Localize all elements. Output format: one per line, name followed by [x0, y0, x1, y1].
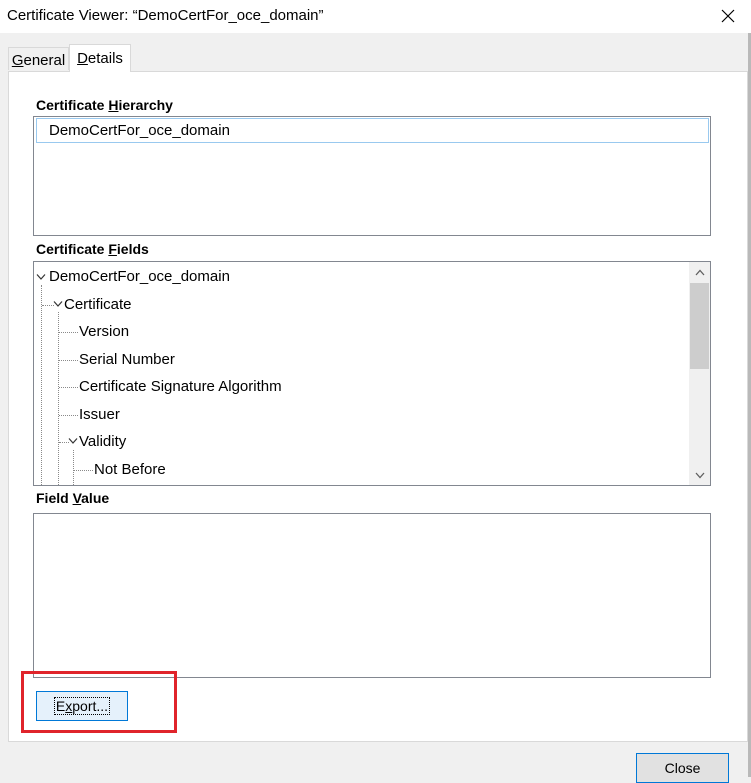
export-label-post: port... — [72, 698, 109, 714]
tree-line — [74, 470, 93, 471]
hierarchy-item[interactable]: DemoCertFor_oce_domain — [36, 118, 709, 143]
tree-line — [59, 387, 78, 388]
tab-details-rest: etails — [87, 50, 123, 67]
tree-line — [41, 285, 42, 485]
tab-details[interactable]: Details — [69, 44, 131, 72]
scroll-up-button[interactable] — [689, 262, 710, 282]
fields-label: Certificate Fields — [36, 241, 149, 257]
chevron-down-icon[interactable] — [53, 300, 63, 308]
scroll-down-button[interactable] — [689, 465, 710, 485]
hierarchy-label-key: H — [108, 97, 119, 113]
field-value-label-key: V — [72, 490, 82, 506]
fields-label-key: F — [108, 241, 117, 257]
hierarchy-label-pre: Certificate — [36, 97, 109, 113]
tree-item[interactable]: Certificate Signature Algorithm — [79, 378, 282, 395]
close-icon — [721, 9, 735, 23]
tree-line — [73, 450, 74, 485]
tab-general[interactable]: General — [8, 47, 69, 70]
window-title: Certificate Viewer: “DemoCertFor_oce_dom… — [7, 7, 324, 24]
tree-item[interactable]: Validity — [79, 433, 126, 450]
field-value-label-pre: Field — [36, 490, 73, 506]
chevron-down-icon[interactable] — [68, 437, 78, 445]
tree-line — [59, 360, 78, 361]
chevron-up-icon — [695, 269, 704, 275]
chevron-down-icon — [695, 472, 704, 478]
field-value-textarea[interactable] — [33, 513, 711, 678]
tree-item[interactable]: Serial Number — [79, 351, 175, 368]
export-button-label: Export... — [53, 697, 111, 715]
tree-item[interactable]: Issuer — [79, 406, 120, 423]
field-value-label-post: alue — [81, 490, 110, 506]
scroll-thumb[interactable] — [690, 283, 709, 369]
fields-label-pre: Certificate — [36, 241, 109, 257]
tree-line — [59, 332, 78, 333]
tree-item[interactable]: Certificate — [64, 296, 132, 313]
tree-item[interactable]: Not Before — [94, 461, 166, 478]
fields-label-post: ields — [116, 241, 149, 257]
tab-details-key: D — [77, 50, 88, 67]
export-label-pre: E — [55, 698, 66, 714]
close-button[interactable]: Close — [636, 753, 729, 783]
window-close-button[interactable] — [712, 1, 744, 31]
export-button[interactable]: Export... — [36, 691, 128, 721]
hierarchy-label-post: ierarchy — [118, 97, 173, 113]
tab-general-key: G — [11, 51, 24, 69]
fields-tree[interactable] — [33, 261, 711, 486]
chevron-down-icon[interactable] — [36, 273, 46, 281]
tree-item[interactable]: Version — [79, 323, 129, 340]
tree-line — [59, 415, 78, 416]
tab-general-rest: eneral — [23, 51, 66, 69]
hierarchy-label: Certificate Hierarchy — [36, 97, 173, 113]
tree-line — [58, 312, 59, 485]
field-value-label: Field Value — [36, 490, 109, 506]
tree-item[interactable]: DemoCertFor_oce_domain — [49, 268, 230, 285]
